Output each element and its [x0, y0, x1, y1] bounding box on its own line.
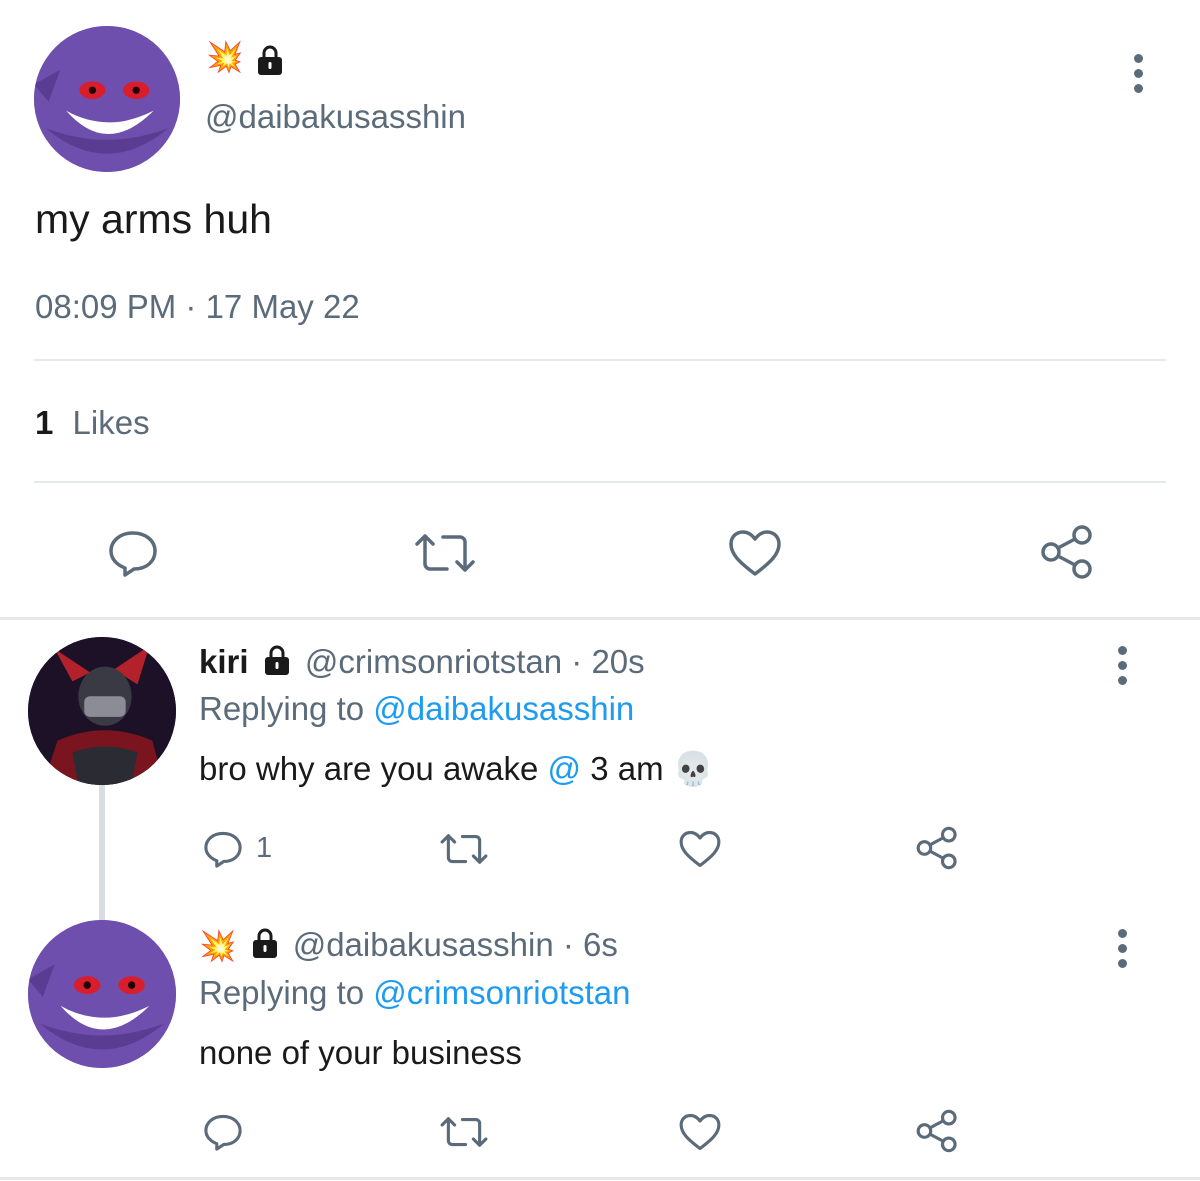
reply-author-handle[interactable]: @crimsonriotstan [305, 643, 562, 680]
more-options-icon[interactable] [1118, 646, 1128, 691]
author-handle[interactable]: @daibakusasshin [205, 98, 466, 136]
replying-to-line: Replying to @daibakusasshin [199, 690, 634, 728]
reply-count: 1 [256, 832, 273, 864]
share-icon[interactable] [1038, 524, 1096, 580]
lock-icon [250, 927, 280, 967]
reply-text-part: 3 am [590, 750, 664, 787]
reply-time: · 6s [562, 926, 618, 963]
reply-author-avatar[interactable] [28, 920, 176, 1068]
like-icon[interactable] [678, 829, 722, 869]
reply-text-mention[interactable]: @ [548, 750, 582, 787]
share-icon[interactable] [914, 826, 960, 870]
bottom-divider [0, 1177, 1200, 1180]
author-avatar[interactable] [34, 26, 180, 172]
tweet-text: my arms huh [35, 196, 272, 242]
skull-emoji: 💀 [672, 750, 714, 787]
divider [34, 359, 1166, 361]
reply-icon[interactable] [202, 829, 244, 869]
like-icon[interactable] [727, 528, 783, 578]
reply-text: none of your business [199, 1034, 522, 1071]
likes-count: 1 [35, 404, 54, 441]
reply-author-handle[interactable]: @daibakusasshin [293, 926, 554, 963]
like-icon[interactable] [678, 1112, 722, 1152]
lock-icon [256, 44, 284, 81]
replying-to-mention[interactable]: @crimsonriotstan [373, 974, 630, 1011]
lock-icon [262, 644, 292, 684]
collision-emoji: 💥 [199, 930, 237, 963]
collision-emoji: 💥 [206, 41, 244, 74]
section-divider [0, 617, 1200, 620]
retweet-icon[interactable] [439, 831, 489, 867]
replying-to-mention[interactable]: @daibakusasshin [373, 690, 634, 727]
replying-to-line: Replying to @crimsonriotstan [199, 974, 631, 1012]
retweet-icon[interactable] [439, 1114, 489, 1150]
reply-author-name[interactable]: kiri [199, 643, 249, 680]
reply-header: kiri @crimsonriotstan · 20s [199, 643, 645, 684]
more-options-icon[interactable] [1134, 54, 1144, 99]
retweet-icon[interactable] [413, 530, 477, 576]
share-icon[interactable] [914, 1109, 960, 1153]
author-name-icons: 💥 [206, 40, 284, 76]
likes-label: Likes [72, 404, 150, 441]
reply-icon[interactable] [106, 528, 160, 578]
reply-author-avatar[interactable] [28, 637, 176, 785]
replying-to-label: Replying to [199, 690, 365, 727]
divider [34, 481, 1166, 483]
tweet-timestamp: 08:09 PM · 17 May 22 [35, 288, 360, 325]
likes-row[interactable]: 1 Likes [35, 404, 150, 442]
thread-line [99, 784, 105, 924]
more-options-icon[interactable] [1118, 929, 1128, 974]
reply-text-part: bro why are you awake [199, 750, 539, 787]
reply-header: 💥 @daibakusasshin · 6s [199, 926, 618, 967]
replying-to-label: Replying to [199, 974, 365, 1011]
reply-time: · 20s [571, 643, 645, 680]
reply-text: bro why are you awake @ 3 am 💀 [199, 750, 714, 789]
reply-icon[interactable] [202, 1112, 244, 1152]
